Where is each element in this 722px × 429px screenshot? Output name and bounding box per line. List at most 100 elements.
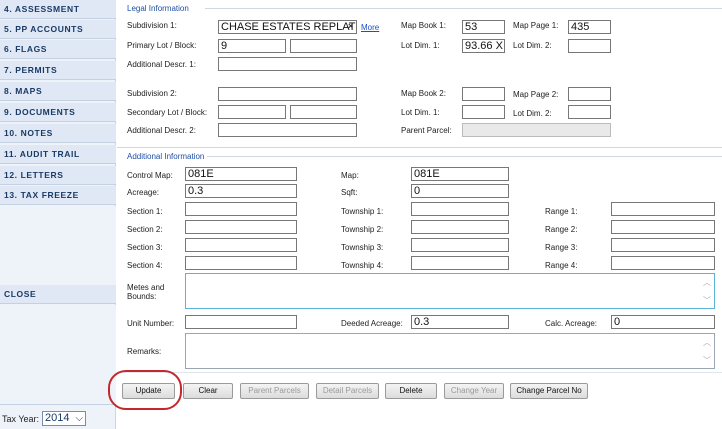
section3-input[interactable] (185, 238, 297, 252)
subdivision1-label: Subdivision 1: (127, 21, 177, 30)
clear-button[interactable]: Clear (183, 383, 233, 399)
deeded-acreage-label: Deeded Acreage: (341, 319, 403, 328)
more-link[interactable]: More (361, 23, 379, 32)
map-label: Map: (341, 171, 359, 180)
sidebar-item-flags[interactable]: 6. FLAGS (0, 40, 116, 59)
tax-year-control: Tax Year: 2014 ⌵ (2, 411, 87, 426)
section1-input[interactable] (185, 202, 297, 216)
subdivision1-input[interactable]: CHASE ESTATES REPLAT (218, 20, 357, 34)
map-book2-input[interactable] (462, 87, 505, 101)
lot-dim2b-input[interactable] (568, 105, 611, 119)
range1-input[interactable] (611, 202, 715, 216)
section1-label: Section 1: (127, 207, 163, 216)
tax-year-label: Tax Year: (2, 413, 40, 424)
additional-info-title: Additional Information (127, 152, 205, 161)
detail-parcels-button[interactable]: Detail Parcels (316, 383, 379, 399)
sidebar: 4. ASSESSMENT 5. PP ACCOUNTS 6. FLAGS 7.… (0, 0, 116, 429)
secondary-block-input[interactable] (290, 105, 357, 119)
township4-input[interactable] (411, 256, 509, 270)
clear-icon[interactable]: × (348, 21, 353, 31)
deeded-acreage-input[interactable]: 0.3 (411, 315, 509, 329)
map-input[interactable]: 081E (411, 167, 509, 181)
township2-label: Township 2: (341, 225, 384, 234)
township1-label: Township 1: (341, 207, 384, 216)
secondary-lot-input[interactable] (218, 105, 286, 119)
township1-input[interactable] (411, 202, 509, 216)
lot-dim1b-input[interactable] (462, 105, 505, 119)
remarks-textarea[interactable]: ︿ ﹀ (185, 333, 715, 369)
township3-label: Township 3: (341, 243, 384, 252)
sidebar-item-maps[interactable]: 8. MAPS (0, 82, 116, 101)
sidebar-item-pp-accounts[interactable]: 5. PP ACCOUNTS (0, 20, 116, 39)
range3-label: Range 3: (545, 243, 578, 252)
change-parcel-no-button[interactable]: Change Parcel No (510, 383, 588, 399)
metes-bounds-textarea[interactable]: ︿ ﹀ (185, 273, 715, 309)
control-map-input[interactable]: 081E (185, 167, 297, 181)
lot-dim2b-label: Lot Dim. 2: (513, 109, 552, 118)
scroll-up-icon[interactable]: ︿ (703, 337, 711, 348)
parent-parcels-button[interactable]: Parent Parcels (240, 383, 309, 399)
acreage-label: Acreage: (127, 188, 160, 197)
tax-year-select[interactable]: 2014 ⌵ (42, 411, 87, 426)
additional-descr1-input[interactable] (218, 57, 357, 71)
primary-block-input[interactable] (290, 39, 357, 53)
remarks-label: Remarks: (127, 347, 162, 356)
map-page2-input[interactable] (568, 87, 611, 101)
scroll-down-icon[interactable]: ﹀ (703, 295, 711, 306)
section2-label: Section 2: (127, 225, 163, 234)
primary-lot-label: Primary Lot / Block: (127, 41, 197, 50)
sqft-input[interactable]: 0 (411, 184, 509, 198)
township3-input[interactable] (411, 238, 509, 252)
highlight-circle (108, 370, 182, 410)
lot-dim1b-label: Lot Dim. 1: (401, 108, 440, 117)
sidebar-spacer (0, 206, 116, 285)
delete-button[interactable]: Delete (385, 383, 437, 399)
sidebar-item-assessment[interactable]: 4. ASSESSMENT (0, 0, 116, 19)
section2-input[interactable] (185, 220, 297, 234)
lot-dim1-input[interactable]: 93.66 X 1 (462, 39, 505, 53)
sidebar-item-permits[interactable]: 7. PERMITS (0, 61, 116, 80)
township2-input[interactable] (411, 220, 509, 234)
map-book1-input[interactable]: 53 (462, 20, 505, 34)
parcel-form: Legal Information Subdivision 1: CHASE E… (117, 0, 722, 429)
map-page2-label: Map Page 2: (513, 90, 559, 99)
lot-dim1-label: Lot Dim. 1: (401, 41, 440, 50)
scroll-up-icon[interactable]: ︿ (703, 277, 711, 288)
sidebar-item-notes[interactable]: 10. NOTES (0, 124, 116, 143)
calc-acreage-input[interactable]: 0 (611, 315, 715, 329)
unit-number-label: Unit Number: (127, 319, 175, 328)
sidebar-item-audit-trail[interactable]: 11. AUDIT TRAIL (0, 145, 116, 164)
section4-input[interactable] (185, 256, 297, 270)
map-page1-label: Map Page 1: (513, 21, 559, 30)
range4-label: Range 4: (545, 261, 578, 270)
lot-dim2-input[interactable] (568, 39, 611, 53)
section4-label: Section 4: (127, 261, 163, 270)
sidebar-item-documents[interactable]: 9. DOCUMENTS (0, 103, 116, 122)
additional-descr1-label: Additional Descr. 1: (127, 60, 196, 69)
scroll-down-icon[interactable]: ﹀ (703, 355, 711, 366)
range3-input[interactable] (611, 238, 715, 252)
range2-input[interactable] (611, 220, 715, 234)
additional-info-divider (207, 156, 722, 157)
unit-number-input[interactable] (185, 315, 297, 329)
secondary-lot-label: Secondary Lot / Block: (127, 108, 208, 117)
sidebar-item-letters[interactable]: 12. LETTERS (0, 166, 116, 185)
sidebar-item-tax-freeze[interactable]: 13. TAX FREEZE (0, 186, 116, 205)
chevron-down-icon: ⌵ (75, 413, 84, 424)
range1-label: Range 1: (545, 207, 578, 216)
range4-input[interactable] (611, 256, 715, 270)
primary-lot-input[interactable]: 9 (218, 39, 286, 53)
control-map-label: Control Map: (127, 171, 173, 180)
township4-label: Township 4: (341, 261, 384, 270)
sidebar-item-close[interactable]: CLOSE (0, 285, 116, 304)
legal-info-title: Legal Information (127, 4, 189, 13)
sqft-label: Sqft: (341, 188, 358, 197)
change-year-button[interactable]: Change Year (444, 383, 504, 399)
additional-descr2-input[interactable] (218, 123, 357, 137)
parent-parcel-label: Parent Parcel: (401, 126, 452, 135)
map-book2-label: Map Book 2: (401, 89, 446, 98)
metes-bounds-label: Metes and Bounds: (127, 283, 165, 301)
subdivision2-input[interactable] (218, 87, 357, 101)
acreage-input[interactable]: 0.3 (185, 184, 297, 198)
map-page1-input[interactable]: 435 (568, 20, 611, 34)
